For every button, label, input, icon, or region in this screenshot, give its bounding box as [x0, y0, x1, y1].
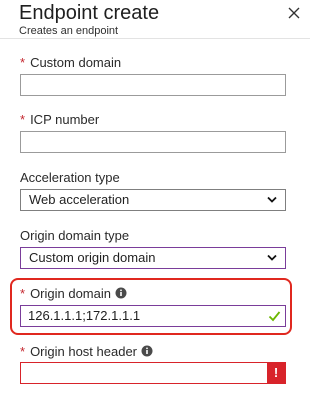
acceleration-type-value: Web acceleration — [29, 192, 130, 207]
panel-header: Endpoint create Creates an endpoint — [0, 0, 310, 38]
origin-domain-label-text: Origin domain — [30, 286, 111, 301]
origin-domain-type-value: Custom origin domain — [29, 250, 156, 265]
error-icon: ! — [267, 363, 285, 383]
required-marker: * — [20, 286, 26, 301]
required-marker: * — [20, 112, 26, 127]
icp-number-label-text: ICP number — [30, 112, 100, 127]
info-icon[interactable] — [115, 287, 127, 303]
checkmark-icon — [268, 311, 281, 322]
close-icon — [288, 7, 300, 19]
panel-title: Endpoint create — [19, 2, 160, 24]
origin-domain-type-label: Origin domain type — [20, 228, 130, 243]
origin-domain-label: * Origin domain — [20, 286, 127, 303]
close-button[interactable] — [283, 2, 305, 24]
acceleration-type-label: Acceleration type — [20, 170, 120, 185]
icp-number-input[interactable] — [20, 131, 286, 153]
custom-domain-label: * Custom domain — [20, 55, 121, 71]
chevron-down-icon — [267, 196, 277, 203]
chevron-down-icon — [267, 254, 277, 261]
panel-subtitle: Creates an endpoint — [19, 25, 119, 37]
origin-host-header-label-text: Origin host header — [30, 344, 138, 359]
icp-number-label: * ICP number — [20, 112, 99, 128]
custom-domain-label-text: Custom domain — [30, 55, 122, 70]
acceleration-type-select[interactable]: Web acceleration — [20, 189, 286, 211]
origin-domain-type-select[interactable]: Custom origin domain — [20, 247, 286, 269]
origin-host-header-label: * Origin host header — [20, 344, 153, 361]
header-divider — [0, 38, 310, 39]
origin-domain-value: 126.1.1.1;172.1.1.1 — [28, 308, 141, 323]
custom-domain-input[interactable] — [20, 74, 286, 96]
origin-domain-input[interactable]: 126.1.1.1;172.1.1.1 — [20, 305, 286, 327]
info-icon[interactable] — [141, 345, 153, 361]
origin-host-header-input[interactable]: ! — [20, 362, 286, 384]
required-marker: * — [20, 55, 26, 70]
required-marker: * — [20, 344, 26, 359]
